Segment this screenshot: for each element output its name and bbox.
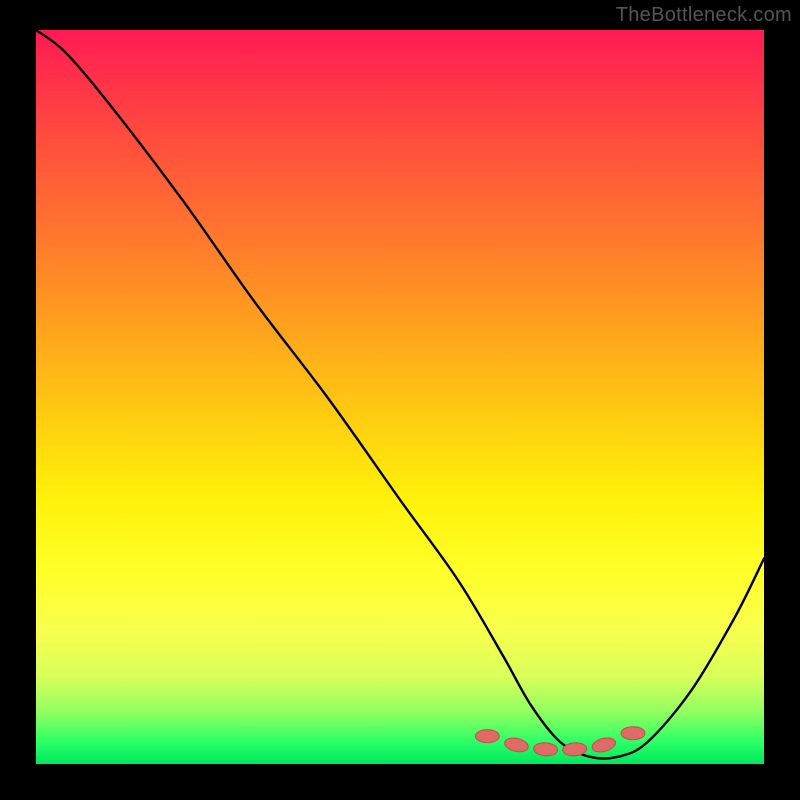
plot-area	[36, 30, 764, 764]
chart-frame: TheBottleneck.com	[0, 0, 800, 800]
watermark-text: TheBottleneck.com	[616, 4, 792, 27]
bottleneck-curve	[36, 30, 764, 759]
marker-dot	[533, 742, 558, 757]
marker-dot	[475, 730, 499, 743]
marker-dot	[590, 735, 617, 754]
marker-dot	[503, 736, 529, 754]
chart-svg	[36, 30, 764, 764]
marker-dot	[621, 727, 645, 740]
